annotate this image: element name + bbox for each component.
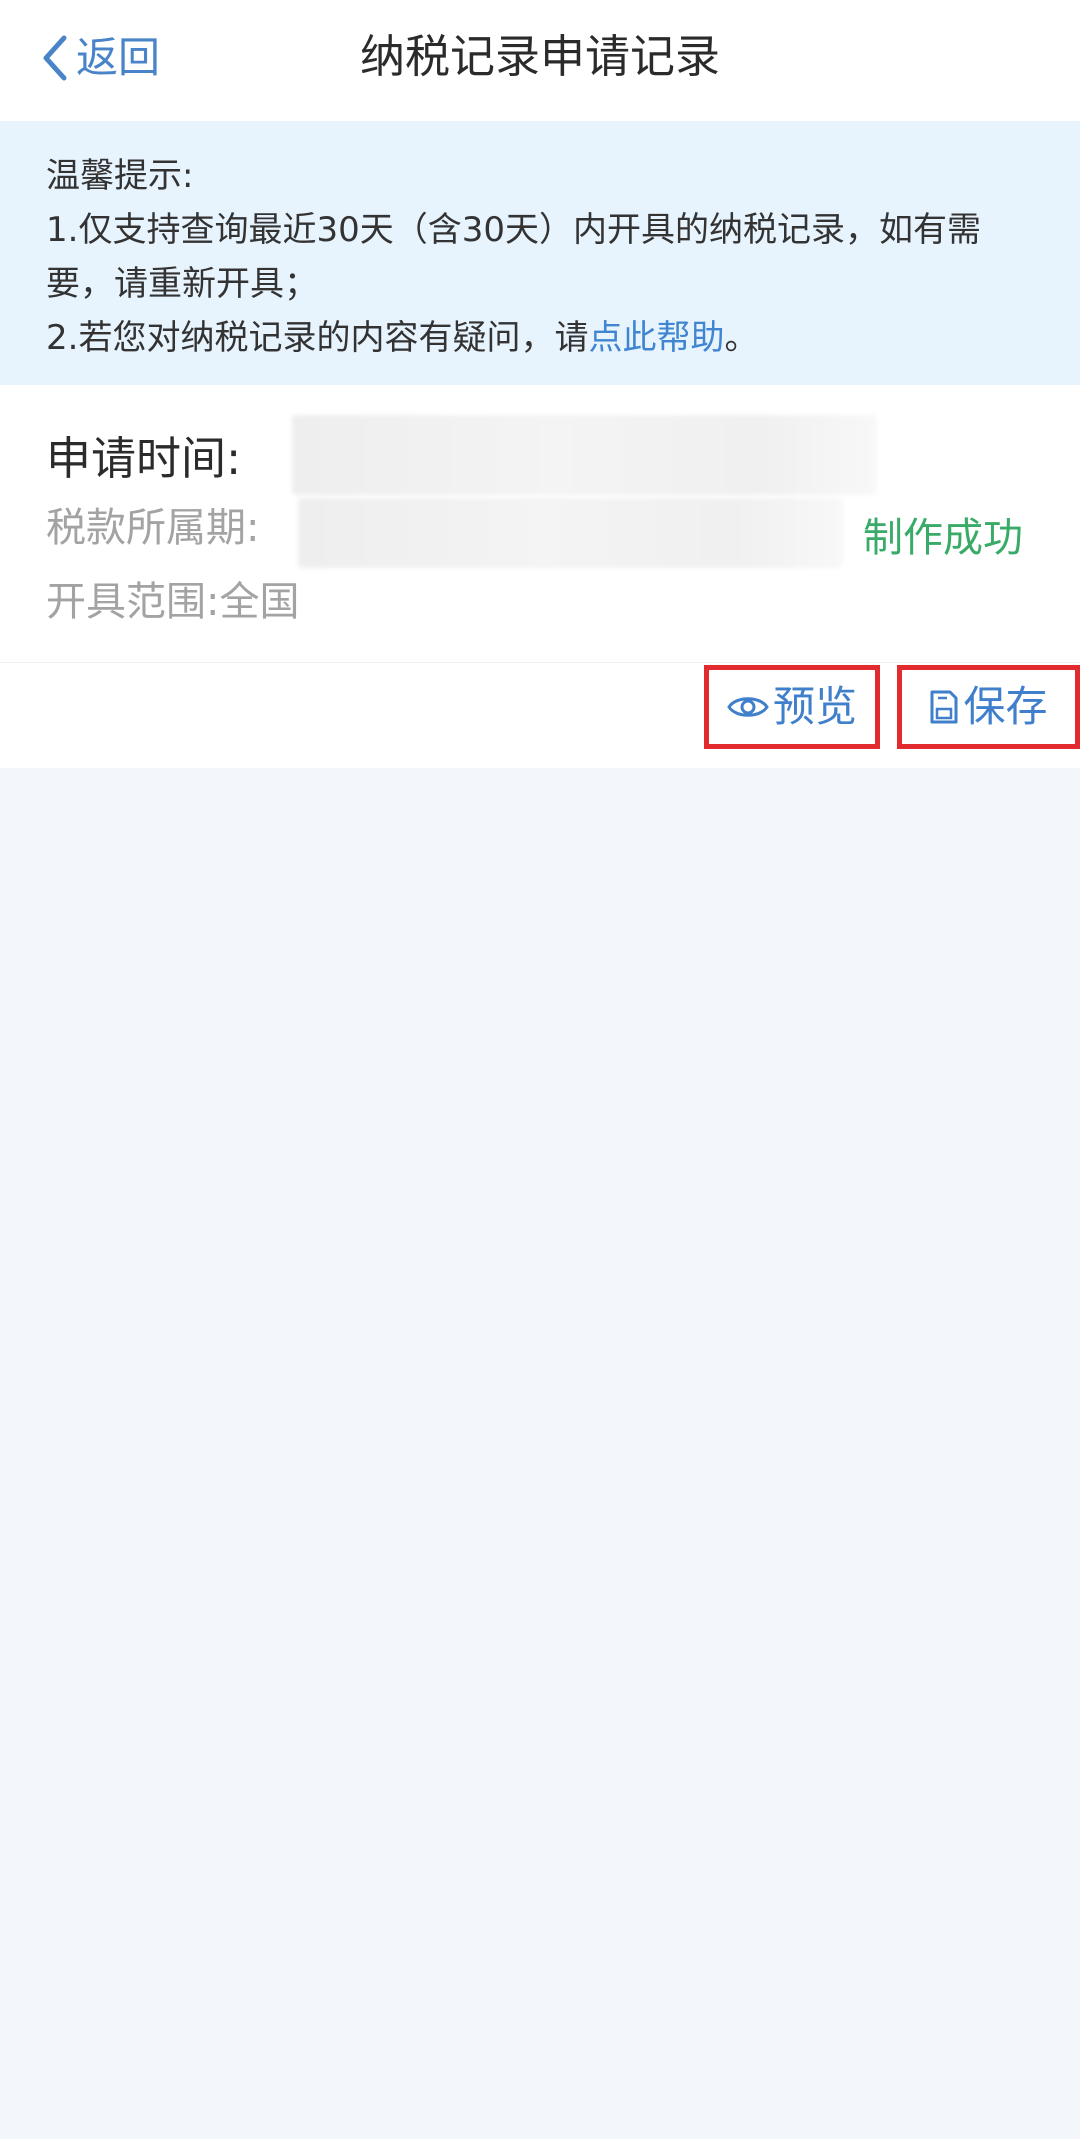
- back-button[interactable]: 返回: [40, 26, 160, 90]
- preview-button[interactable]: 预览: [704, 665, 880, 749]
- tax-period-value-redacted: [298, 498, 843, 568]
- notice-heading: 温馨提示:: [46, 156, 194, 196]
- save-label: 保存: [963, 682, 1048, 731]
- tax-period-label: 税款所属期:: [46, 505, 260, 551]
- page-title: 纳税记录申请记录: [359, 30, 720, 83]
- scope-value: 全国: [219, 579, 300, 625]
- preview-label: 预览: [772, 682, 857, 731]
- floppy-disk-icon: [929, 689, 959, 725]
- nav-header: 纳税记录申请记录 返回: [0, 0, 1080, 121]
- notice-line-1: 1.仅支持查询最近30天（含30天）内开具的纳税记录，如有需要，请重新开具；: [46, 210, 981, 304]
- eye-icon: [727, 692, 769, 722]
- back-label: 返回: [76, 33, 161, 82]
- notice-panel: 温馨提示: 1.仅支持查询最近30天（含30天）内开具的纳税记录，如有需要，请重…: [0, 121, 1080, 385]
- scope-label: 开具范围:: [46, 579, 220, 625]
- help-link[interactable]: 点此帮助: [588, 318, 724, 358]
- status-badge: 制作成功: [863, 515, 1023, 561]
- save-button[interactable]: 保存: [897, 665, 1080, 749]
- notice-line-2: 2.若您对纳税记录的内容有疑问，请点此帮助。: [46, 311, 1040, 365]
- apply-time-value-redacted: [292, 415, 877, 495]
- record-card: 申请时间: 税款所属期: 制作成功 开具范围:全国: [0, 385, 1080, 662]
- scope-row: 开具范围:全国: [46, 582, 299, 622]
- action-bar: 预览 保存: [0, 662, 1080, 768]
- notice-line-2-prefix: 2.若您对纳税记录的内容有疑问，请: [46, 318, 589, 358]
- notice-line-2-suffix: 。: [724, 318, 759, 358]
- chevron-left-icon: [40, 34, 70, 82]
- apply-time-label: 申请时间:: [46, 432, 242, 485]
